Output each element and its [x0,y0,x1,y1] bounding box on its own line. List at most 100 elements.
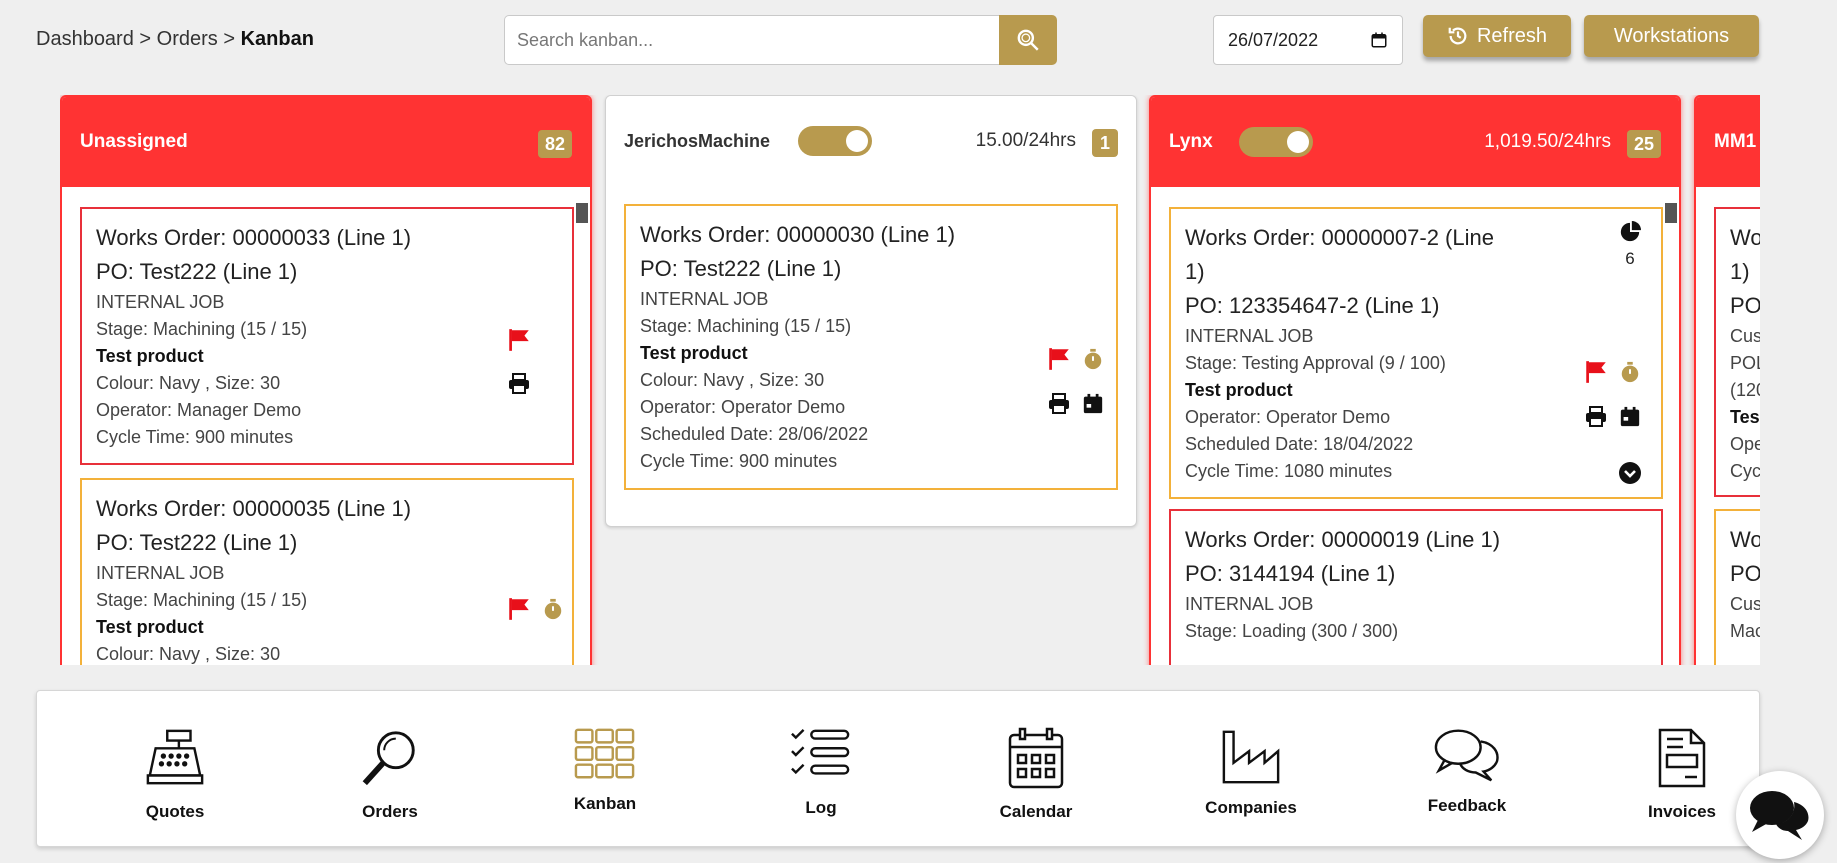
order-card[interactable]: Wo PO: Cus Mac [1714,509,1760,665]
card-line: POL [1730,353,1760,373]
column-jerichosmachine: JerichosMachine 15.00/24hrs 1 Works Orde… [605,95,1137,527]
card-operator: Operator: Operator Demo [1185,407,1391,427]
card-job-type: INTERNAL JOB [1185,594,1314,614]
workstation-toggle[interactable] [1238,127,1313,157]
workstations-label: Workstations [1613,24,1730,47]
pie-chart-icon[interactable] [1619,221,1641,243]
column-title: JerichosMachine [624,130,771,151]
nav-feedback[interactable]: Feedback [1397,727,1537,816]
workstations-button[interactable]: Workstations [1584,15,1759,57]
card-title-cont: 1) [1185,259,1205,284]
order-card[interactable]: Wo 1) PO: Cus POL (120 Tes Ope Cycl [1714,207,1760,497]
breadcrumb-separator: > [139,28,152,50]
breadcrumb-separator: > [223,28,236,50]
column-hours: 15.00/24hrs [975,130,1076,151]
search-bar [504,15,1057,65]
card-job-type: INTERNAL JOB [640,289,769,309]
scrollbar-thumb[interactable] [1665,203,1677,223]
nav-orders[interactable]: Orders [320,727,460,822]
flag-icon[interactable] [1583,359,1609,385]
stopwatch-icon[interactable] [1619,360,1641,384]
calendar-icon [1371,32,1387,48]
print-icon[interactable] [1583,405,1609,429]
flag-icon[interactable] [506,327,532,353]
stopwatch-icon[interactable] [1082,347,1104,371]
print-icon[interactable] [1046,392,1072,416]
card-line: Cycl [1730,461,1760,481]
column-unassigned: Unassigned 82 Works Order: 00000033 (Lin… [60,95,592,665]
nav-kanban[interactable]: Kanban [535,727,675,814]
invoice-icon [1658,728,1706,788]
chevron-down-icon[interactable] [1618,461,1642,485]
breadcrumb-current: Kanban [240,28,314,50]
column-header: JerichosMachine 15.00/24hrs 1 [606,96,1136,186]
magnifier-icon [362,731,415,786]
order-card[interactable]: Works Order: 00000035 (Line 1) PO: Test2… [80,478,574,665]
flag-icon[interactable] [1046,346,1072,372]
nav-calendar[interactable]: Calendar [966,727,1106,822]
nav-log[interactable]: Log [751,727,891,818]
card-title: Works Order: 00000019 (Line 1) [1185,527,1501,552]
column-hours: 1,019.50/24hrs [1484,131,1611,152]
card-po: PO: Test222 (Line 1) [96,259,298,284]
card-stage: Stage: Testing Approval (9 / 100) [1185,353,1446,373]
column-count-badge: 82 [538,130,572,158]
print-icon[interactable] [506,372,532,396]
card-title: Works Order: 00000033 (Line 1) [96,225,412,250]
flag-icon[interactable] [506,596,532,622]
card-job-type: INTERNAL JOB [1185,326,1314,346]
order-card[interactable]: Works Order: 00000030 (Line 1) PO: Test2… [624,204,1118,490]
nav-companies[interactable]: Companies [1181,727,1321,818]
nav-label: Kanban [573,794,637,813]
card-product: Test product [640,343,748,363]
nav-label: Orders [362,802,418,821]
stopwatch-icon[interactable] [542,597,564,621]
workstation-toggle[interactable] [798,126,873,156]
card-operator: Operator: Operator Demo [640,397,846,417]
card-job-type: INTERNAL JOB [96,563,225,583]
card-line: Cus [1730,326,1760,346]
breadcrumb-dashboard[interactable]: Dashboard [36,28,134,50]
pie-count: 6 [1625,249,1635,268]
card-line: 1) [1730,259,1750,284]
card-scheduled-date: Scheduled Date: 28/06/2022 [640,424,869,444]
column-title: MM1 [1714,131,1757,152]
card-title: Works Order: 00000007-2 (Line [1185,225,1494,250]
chat-launcher-button[interactable] [1736,771,1824,859]
calendar-icon[interactable] [1082,392,1104,416]
card-stage: Stage: Loading (300 / 300) [1185,621,1399,641]
breadcrumb: Dashboard > Orders > Kanban [36,28,314,51]
nav-label: Calendar [999,802,1073,821]
card-line: Wo [1730,527,1760,552]
card-operator: Operator: Manager Demo [96,400,302,420]
refresh-button[interactable]: Refresh [1423,15,1571,57]
nav-invoices[interactable]: Invoices [1612,727,1752,822]
card-line: Wo [1730,225,1760,250]
search-input[interactable] [504,15,999,65]
column-title: Lynx [1169,131,1213,152]
column-title: Unassigned [80,131,188,152]
order-card[interactable]: Works Order: 00000019 (Line 1) PO: 31441… [1169,509,1663,665]
order-card[interactable]: Works Order: 00000007-2 (Line 1) PO: 123… [1169,207,1663,499]
date-value: 26/07/2022 [1228,29,1319,50]
breadcrumb-orders[interactable]: Orders [157,28,218,50]
card-colour: Colour: Navy , Size: 30 [96,644,281,664]
card-job-type: INTERNAL JOB [96,292,225,312]
column-header: MM1 [1696,97,1760,187]
column-header: Unassigned 82 [62,97,590,187]
order-card[interactable]: Works Order: 00000033 (Line 1) PO: Test2… [80,207,574,465]
card-line: Tes [1730,407,1760,427]
scrollbar-thumb[interactable] [576,203,588,223]
card-title: Works Order: 00000030 (Line 1) [640,222,956,247]
card-colour: Colour: Navy , Size: 30 [96,373,281,393]
chat-icon [1750,791,1809,840]
card-stage: Stage: Machining (15 / 15) [640,316,852,336]
card-line: Ope [1730,434,1760,454]
nav-quotes[interactable]: Quotes [105,727,245,822]
search-button[interactable] [999,15,1057,65]
date-picker[interactable]: 26/07/2022 [1213,15,1403,65]
card-stage: Stage: Machining (15 / 15) [96,319,308,339]
top-bar: Dashboard > Orders > Kanban 26/07/2022 R… [0,0,1837,80]
card-colour: Colour: Navy , Size: 30 [640,370,825,390]
calendar-icon[interactable] [1619,405,1641,429]
